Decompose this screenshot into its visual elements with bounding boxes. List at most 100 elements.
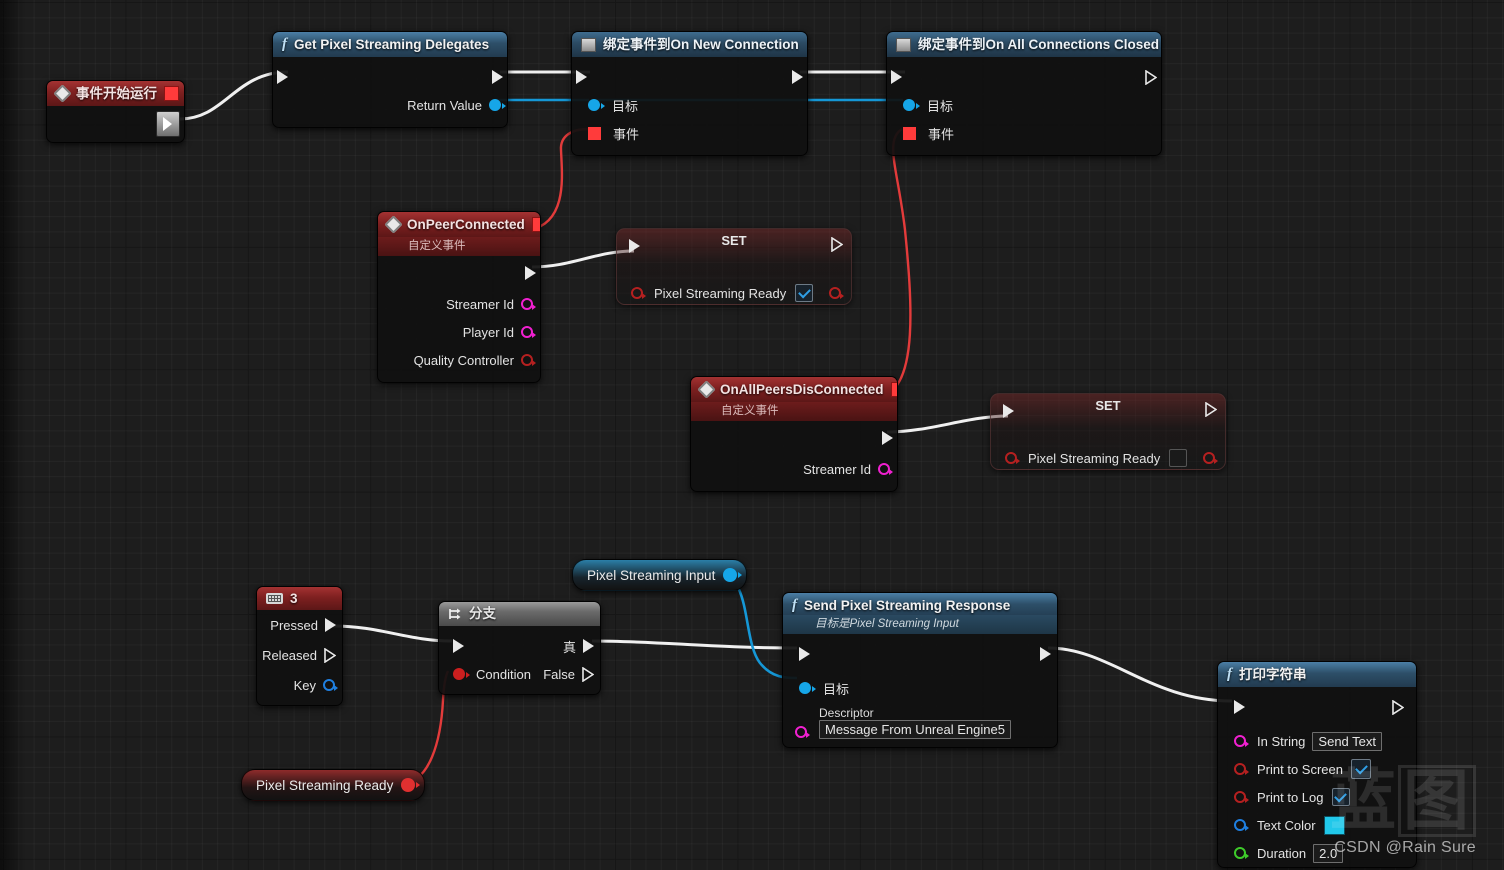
exec-input-pin[interactable] [1003,404,1014,418]
getter-label: Pixel Streaming Input [587,567,716,583]
duration-pin[interactable] [1234,847,1249,859]
text-color-pin[interactable] [1234,819,1249,831]
delegate-output-pin[interactable] [531,217,540,232]
exec-output-pin[interactable] [156,111,180,137]
variable-input-pin[interactable] [1005,452,1020,464]
exec-input-pin[interactable] [799,647,810,661]
node-event-row: 事件 [887,119,1161,147]
exec-output-pin[interactable] [1392,699,1404,715]
key-output-pin[interactable] [323,679,338,691]
node-header: 分支 [439,602,600,626]
node-released-row: Released [257,640,342,670]
node-send-pixel-streaming-response[interactable]: f Send Pixel Streaming Response 目标是Pixel… [782,592,1058,748]
node-bind-event-on-new-connection[interactable]: 绑定事件到On New Connection 目标 事件 [571,31,808,156]
exec-output-pin-glyph [1205,402,1217,417]
node-get-pixel-streaming-delegates[interactable]: f Get Pixel Streaming Delegates Return V… [272,31,508,128]
exec-input-pin[interactable] [1234,700,1245,714]
node-set-pixel-streaming-ready-true[interactable]: SET Pixel Streaming Ready [616,228,852,305]
node-exec-row [691,421,897,455]
text-color-swatch[interactable] [1323,815,1345,835]
exec-output-pin[interactable] [1205,402,1217,417]
pin-label: Quality Controller [413,352,514,368]
node-event-begin-play[interactable]: 事件开始运行 [46,80,185,143]
event-delegate-pin[interactable] [903,126,916,140]
target-input-pin[interactable] [903,99,920,111]
node-title: SET [1095,398,1121,413]
quality-controller-pin[interactable] [521,354,536,366]
node-target-row: 目标 [887,91,1161,119]
false-exec-pin[interactable] [582,666,594,682]
delegate-output-pin[interactable] [164,86,179,101]
duration-value-field[interactable]: 2.0 [1313,843,1344,863]
pressed-exec-pin[interactable] [325,618,336,632]
node-custom-event-on-all-peers-disconnected[interactable]: OnAllPeersDisConnected 自定义事件 Streamer Id [690,376,898,492]
getter-label: Pixel Streaming Ready [256,777,394,793]
node-getter-pixel-streaming-input[interactable]: Pixel Streaming Input [572,559,748,591]
exec-output-pin[interactable] [1040,647,1051,661]
exec-output-pin[interactable] [792,70,803,84]
streamer-id-pin[interactable] [521,298,536,310]
node-title: OnAllPeersDisConnected [720,382,884,397]
node-event-row: 事件 [572,119,807,147]
exec-input-pin[interactable] [576,70,587,84]
node-keyboard-event-3[interactable]: 3 Pressed Released Key [256,586,343,706]
in-string-value-field[interactable]: Send Text [1312,731,1383,751]
getter-output-pin[interactable] [723,568,743,582]
streamer-id-pin[interactable] [878,463,893,475]
exec-output-pin[interactable] [882,431,893,445]
keyboard-icon [266,593,283,604]
print-to-screen-pin[interactable] [1234,763,1249,775]
in-string-pin[interactable] [1234,735,1249,747]
variable-output-pin[interactable] [829,287,844,299]
print-to-log-pin[interactable] [1234,791,1249,803]
print-to-screen-checkbox[interactable] [1351,759,1371,779]
pin-label: Player Id [462,324,514,340]
node-print-string[interactable]: f 打印字符串 In String Send Text Print to Scr… [1217,661,1417,868]
target-label: 目标 [927,98,954,114]
blueprint-graph-canvas[interactable]: 事件开始运行 f Get Pixel Streaming Delegates R… [0,0,1504,870]
variable-input-pin[interactable] [631,287,646,299]
node-exec-row: 真 [439,632,600,660]
pressed-label: Pressed [270,617,318,633]
event-delegate-pin[interactable] [588,126,601,140]
node-bind-event-on-all-connections-closed[interactable]: 绑定事件到On All Connections Closed 目标 事件 [886,31,1162,156]
target-input-pin[interactable] [588,99,605,111]
exec-output-pin[interactable] [525,266,536,280]
print-to-log-checkbox[interactable] [1331,788,1350,806]
node-getter-pixel-streaming-ready[interactable]: Pixel Streaming Ready [241,769,426,801]
node-title: 3 [290,591,298,606]
exec-output-pin[interactable] [831,237,843,252]
pin-label: Streamer Id [803,461,871,477]
variable-value-checkbox[interactable] [795,284,814,302]
variable-value-checkbox[interactable] [1169,449,1188,467]
exec-output-pin[interactable] [1145,69,1157,85]
getter-output-pin[interactable] [401,778,421,792]
node-set-pixel-streaming-ready-false[interactable]: SET Pixel Streaming Ready [990,393,1226,470]
true-exec-pin[interactable] [583,639,594,653]
return-value-pin[interactable] [489,99,506,111]
delegate-output-pin[interactable] [890,382,897,397]
exec-input-pin[interactable] [629,239,640,253]
variable-label: Pixel Streaming Ready [654,285,787,301]
condition-input-pin[interactable] [453,668,470,680]
node-in-string-row: In String Send Text [1218,727,1416,755]
exec-input-pin[interactable] [277,70,288,84]
target-input-pin[interactable] [799,682,816,694]
variable-output-pin[interactable] [1203,452,1218,464]
node-exec-row [47,106,184,142]
released-exec-pin[interactable] [324,647,336,663]
exec-input-pin[interactable] [891,70,902,84]
exec-input-pin[interactable] [453,639,464,653]
node-header: 绑定事件到On New Connection [572,32,807,57]
exec-output-pin[interactable] [492,70,503,84]
node-variable-row: Pixel Streaming Ready [991,444,1225,469]
player-id-pin[interactable] [521,326,536,338]
descriptor-value-field[interactable]: Message From Unreal Engine5 [819,720,1011,739]
descriptor-input-pin[interactable] [795,726,810,738]
node-custom-event-on-peer-connected[interactable]: OnPeerConnected 自定义事件 Streamer Id Player… [377,211,541,383]
node-descriptor-group: Descriptor Message From Unreal Engine5 [783,702,1057,747]
node-print-to-screen-row: Print to Screen [1218,755,1416,783]
text-color-label: Text Color [1257,817,1316,833]
true-label: 真 [562,639,576,655]
node-branch[interactable]: 分支 真 Condition False [438,601,601,695]
